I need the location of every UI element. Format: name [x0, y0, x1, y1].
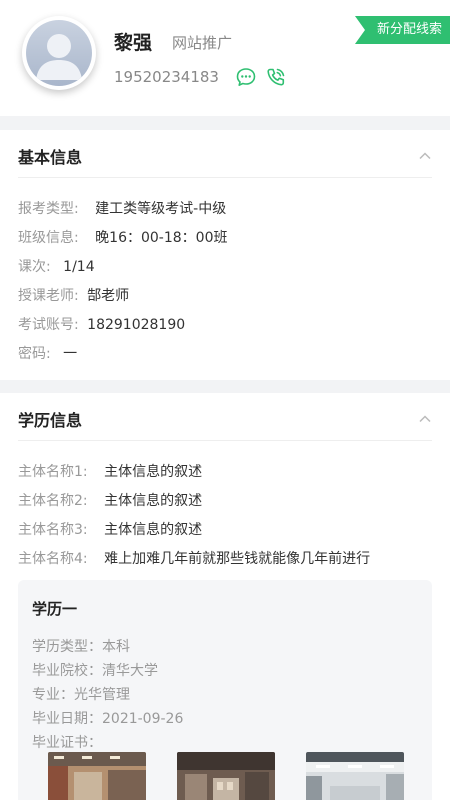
info-row-password: 密码: 一 — [18, 343, 77, 363]
customer-name: 黎强 — [114, 32, 153, 54]
degree-type: 学历类型：本科 — [32, 639, 130, 655]
education-record[interactable]: 学历一 学历类型：本科 毕业院校：清华大学 专业：光华管理 毕业日期：2021-… — [18, 580, 432, 800]
row-value: 郜老师 — [87, 288, 130, 304]
education-title: 学历信息 — [18, 411, 83, 430]
phone-call-icon[interactable] — [265, 66, 287, 88]
subject-row-1: 主体名称1: 主体信息的叙述 — [18, 461, 202, 481]
row-label: 主体名称4: — [18, 551, 88, 567]
row-label: 考试账号: — [18, 317, 79, 333]
basic-info-title: 基本信息 — [18, 148, 83, 167]
row-label: 课次: — [18, 259, 51, 275]
row-value: 一 — [63, 346, 78, 362]
profile-header: 黎强 网站推广 19520234183 新分配线索 — [0, 0, 450, 116]
education-card: 学历信息 主体名称1: 主体信息的叙述 主体名称2: 主体信息的叙述 主体名称3… — [0, 393, 450, 800]
divider — [18, 177, 432, 178]
education-record-title: 学历一 — [32, 600, 78, 618]
info-row-exam-type: 报考类型: 建工类等级考试-中级 — [18, 198, 226, 218]
lead-source: 网站推广 — [172, 34, 233, 52]
subject-row-3: 主体名称3: 主体信息的叙述 — [18, 519, 202, 539]
row-value: 难上加难几年前就那些钱就能像几年前进行 — [104, 551, 371, 567]
row-value: 主体信息的叙述 — [104, 493, 203, 509]
new-lead-badge: 新分配线索 — [354, 16, 450, 44]
chevron-up-icon[interactable] — [418, 148, 432, 162]
subject-row-4: 主体名称4: 难上加难几年前就那些钱就能像几年前进行 — [18, 548, 370, 568]
certificate-label: 毕业证书： — [32, 735, 102, 751]
row-label: 主体名称2: — [18, 493, 88, 509]
row-label: 授课老师: — [18, 288, 79, 304]
chat-bubble-icon[interactable] — [235, 66, 257, 88]
row-label: 主体名称1: — [18, 464, 88, 480]
info-row-class: 班级信息: 晚16：00-18：00班 — [18, 227, 227, 247]
row-label: 报考类型: — [18, 201, 79, 217]
info-row-lesson: 课次: 1/14 — [18, 256, 95, 276]
subject-row-2: 主体名称2: 主体信息的叙述 — [18, 490, 202, 510]
info-row-teacher: 授课老师: 郜老师 — [18, 285, 129, 305]
row-label: 班级信息: — [18, 230, 79, 246]
row-label: 密码: — [18, 346, 51, 362]
certificate-photo[interactable] — [306, 752, 404, 800]
graduate-school: 毕业院校：清华大学 — [32, 663, 158, 679]
chevron-up-icon[interactable] — [418, 411, 432, 425]
row-value: 18291028190 — [87, 317, 186, 333]
phone-number: 19520234183 — [114, 68, 219, 86]
divider — [18, 440, 432, 441]
row-label: 主体名称3: — [18, 522, 88, 538]
graduation-date: 毕业日期：2021-09-26 — [32, 711, 184, 727]
row-value: 建工类等级考试-中级 — [95, 201, 227, 217]
info-row-account: 考试账号: 18291028190 — [18, 314, 185, 334]
certificate-photo[interactable] — [48, 752, 146, 800]
row-value: 主体信息的叙述 — [104, 464, 203, 480]
row-value: 主体信息的叙述 — [104, 522, 203, 538]
row-value: 晚16：00-18：00班 — [95, 230, 228, 246]
major: 专业：光华管理 — [32, 687, 130, 703]
certificate-photo[interactable] — [177, 752, 275, 800]
basic-info-card: 基本信息 报考类型: 建工类等级考试-中级 班级信息: 晚16：00-18：00… — [0, 130, 450, 380]
user-avatar-icon — [26, 20, 92, 86]
row-value: 1/14 — [63, 259, 95, 275]
avatar[interactable] — [22, 16, 96, 90]
